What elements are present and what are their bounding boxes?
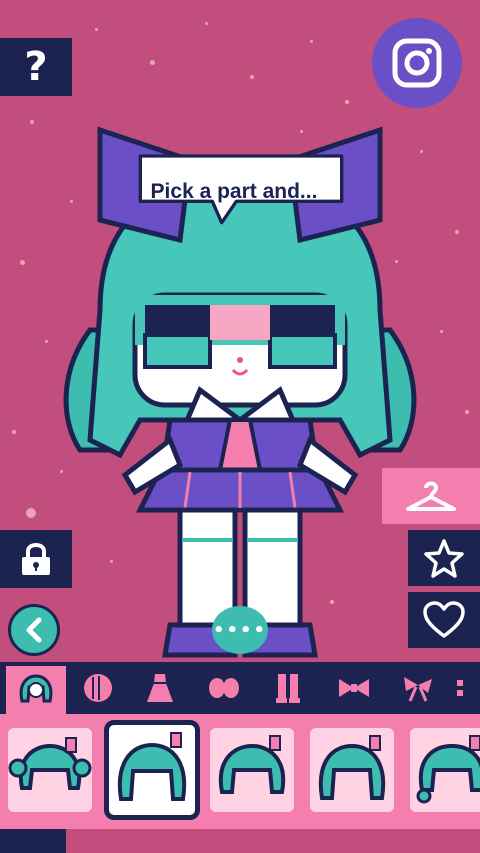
- tab-more[interactable]: [440, 662, 480, 714]
- item-card[interactable]: [410, 728, 480, 812]
- hair-bob-short-icon: [218, 735, 286, 794]
- back-button[interactable]: [8, 604, 60, 656]
- hair-icon: [19, 674, 53, 703]
- bottom-bar: [0, 829, 480, 853]
- tab-gloves[interactable]: [194, 662, 254, 714]
- game-screen: Pick a part and... ? ••••: [0, 0, 480, 853]
- speech-bubble-text: Pick a part and...: [150, 180, 318, 203]
- tab-bow[interactable]: [324, 662, 384, 714]
- help-button[interactable]: ?: [0, 38, 72, 96]
- hair-bob-icon: [117, 732, 187, 801]
- tab-hair[interactable]: [6, 666, 66, 714]
- question-mark-icon: ?: [24, 44, 48, 90]
- instagram-icon: [392, 38, 442, 88]
- more-dots-icon: ••••: [212, 619, 268, 641]
- tab-face[interactable]: [68, 662, 128, 714]
- item-selector: [0, 714, 480, 829]
- wardrobe-button[interactable]: [382, 468, 480, 524]
- category-tab-bar: [0, 662, 480, 714]
- lock-button[interactable]: [0, 530, 72, 588]
- tab-ribbon[interactable]: [388, 662, 448, 714]
- hair-pigtails-icon: [8, 737, 92, 790]
- face-icon: [84, 674, 112, 702]
- star-icon: [424, 539, 464, 578]
- instagram-button[interactable]: [372, 18, 462, 108]
- hair-bob-long-icon: [318, 735, 386, 800]
- item-card[interactable]: [310, 728, 394, 812]
- chevron-left-icon: [26, 617, 42, 643]
- tab-legs[interactable]: [258, 662, 318, 714]
- more-options-button[interactable]: ••••: [212, 606, 268, 654]
- bottom-tab[interactable]: [0, 829, 66, 853]
- accessory-icon: [457, 680, 463, 696]
- lock-icon: [22, 543, 50, 575]
- tab-dress[interactable]: [130, 662, 190, 714]
- heart-icon: [423, 601, 465, 638]
- hair-curled-icon: [416, 735, 480, 804]
- gloves-icon: [209, 678, 239, 698]
- like-heart-button[interactable]: [408, 592, 480, 648]
- ribbon-icon: [404, 677, 432, 702]
- favorite-star-button[interactable]: [408, 530, 480, 586]
- dress-icon: [147, 674, 173, 702]
- hanger-icon: [406, 481, 456, 511]
- bow-icon: [339, 679, 369, 697]
- legs-icon: [276, 674, 300, 703]
- item-card[interactable]: [210, 728, 294, 812]
- item-card-selected[interactable]: [104, 720, 200, 820]
- item-card[interactable]: [8, 728, 92, 812]
